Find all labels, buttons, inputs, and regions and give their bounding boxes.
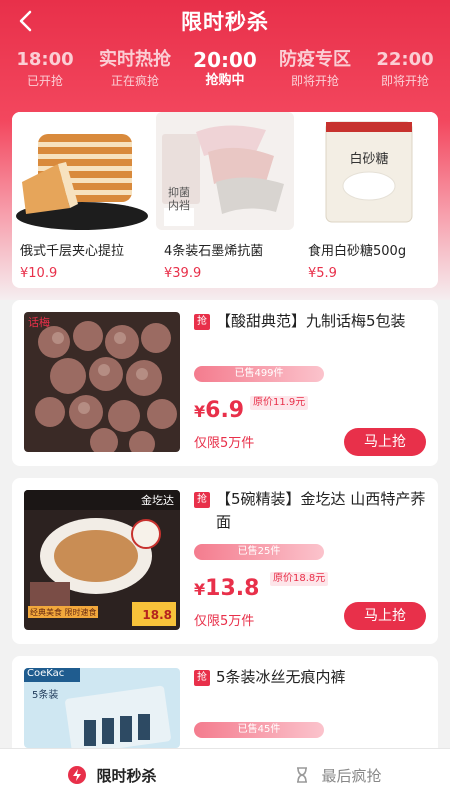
buy-now-button[interactable]: 马上抢 xyxy=(344,428,426,456)
time-slot-1800[interactable]: 18:00 已开抢 xyxy=(0,48,90,100)
time-slot-status: 即将开抢 xyxy=(290,74,339,88)
product-name: 【5碗精装】金圪达 山西特产荞面 xyxy=(216,490,426,531)
product-card[interactable]: 金圪达 经典美食 限时速食 18.8 抢 【5碗精装】金圪达 山西特产荞面 已售… xyxy=(12,478,438,644)
time-slot-time: 实时热抢 xyxy=(99,49,171,70)
product-card[interactable]: CoeKac 5条装 抢 5条装冰丝无痕内裤 已售45件 xyxy=(12,656,438,748)
currency-symbol: ¥ xyxy=(194,402,206,421)
time-slot-status: 正在疯抢 xyxy=(110,74,159,88)
original-price: 原价11.9元 xyxy=(250,396,309,410)
time-slot-time: 18:00 xyxy=(16,49,74,70)
image-count: 5条装 xyxy=(32,690,59,701)
tab-label: 限时秒杀 xyxy=(96,766,157,785)
time-slot-2200[interactable]: 22:00 即将开抢 xyxy=(360,48,450,100)
sugar-image: 白砂糖 xyxy=(300,112,438,230)
time-slot-epidemic[interactable]: 防疫专区 即将开抢 xyxy=(270,48,360,100)
plum-image: 话梅 xyxy=(24,312,180,452)
product-name: 5条装冰丝无痕内裤 xyxy=(216,668,346,686)
tab-label: 最后疯抢 xyxy=(321,766,382,785)
image-brand: CoeKac xyxy=(27,668,65,679)
tab-flash-sale[interactable]: 限时秒杀 xyxy=(0,749,225,800)
featured-item[interactable]: 抑菌内裆 4条装石墨烯抗菌 ¥39.9 xyxy=(156,112,294,288)
image-price: 18.8 xyxy=(142,608,172,622)
limit-text: 仅限5万件 xyxy=(194,614,255,629)
limit-text: 仅限5万件 xyxy=(194,436,255,451)
sold-count: 已售25件 xyxy=(194,544,324,560)
cake-image xyxy=(12,112,150,230)
product-price: ¥13.8 xyxy=(194,576,259,601)
featured-products: 俄式千层夹心提拉 ¥10.9 抑菌内裆 4条装石墨烯抗菌 ¥39.9 白砂糖 食… xyxy=(12,112,438,288)
time-slot-time: 20:00 xyxy=(193,48,257,72)
product-card[interactable]: 话梅 抢 【酸甜典范】九制话梅5包装 已售499件 ¥6.9 原价11.9元 仅… xyxy=(12,300,438,466)
featured-item-price: ¥5.9 xyxy=(308,266,337,281)
time-slot-status: 已开抢 xyxy=(26,74,63,88)
image-caption: 抑菌内裆 xyxy=(168,186,190,212)
featured-item-name: 俄式千层夹心提拉 xyxy=(20,244,125,259)
noodle-image: 金圪达 经典美食 限时速食 18.8 xyxy=(24,490,180,630)
featured-item-name: 4条装石墨烯抗菌 xyxy=(164,244,264,259)
sold-count: 已售45件 xyxy=(194,722,324,738)
featured-item[interactable]: 俄式千层夹心提拉 ¥10.9 xyxy=(12,112,150,288)
underwear-image: 抑菌内裆 xyxy=(156,112,294,230)
time-slot-status: 抢购中 xyxy=(205,73,245,88)
featured-item-name: 食用白砂糖500g xyxy=(308,244,407,259)
image-brand: 金圪达 xyxy=(141,494,174,507)
time-slot-status: 即将开抢 xyxy=(380,74,429,88)
grab-badge: 抢 xyxy=(194,492,210,508)
sold-count: 已售499件 xyxy=(194,366,324,382)
product-price: ¥6.9 xyxy=(194,398,244,423)
buy-now-button[interactable]: 马上抢 xyxy=(344,602,426,630)
featured-item[interactable]: 白砂糖 食用白砂糖500g ¥5.9 xyxy=(300,112,438,288)
image-caption: 话梅 xyxy=(28,316,50,329)
flash-icon xyxy=(68,766,87,784)
time-slot-live-hot[interactable]: 实时热抢 正在疯抢 xyxy=(90,48,180,100)
product-name: 【酸甜典范】九制话梅5包装 xyxy=(216,312,406,330)
time-slot-2000[interactable]: 20:00 抢购中 xyxy=(180,48,270,100)
original-price: 原价18.8元 xyxy=(270,572,329,586)
bottom-tab-bar: 限时秒杀 最后疯抢 xyxy=(0,748,450,800)
grab-badge: 抢 xyxy=(194,670,210,686)
currency-symbol: ¥ xyxy=(194,580,206,599)
underwear-pack-image: CoeKac 5条装 xyxy=(24,668,180,748)
grab-badge: 抢 xyxy=(194,314,210,330)
price-value: 13.8 xyxy=(205,576,260,601)
image-badge-text: 经典美食 限时速食 xyxy=(30,608,97,617)
time-slot-time: 防疫专区 xyxy=(279,49,351,70)
time-slot-time: 22:00 xyxy=(376,49,434,70)
tab-last-rush[interactable]: 最后疯抢 xyxy=(225,749,450,800)
image-caption: 白砂糖 xyxy=(349,152,389,167)
time-slot-tabs: 18:00 已开抢 实时热抢 正在疯抢 20:00 抢购中 防疫专区 即将开抢 … xyxy=(0,48,450,100)
page-title: 限时秒杀 xyxy=(181,10,269,34)
featured-item-price: ¥39.9 xyxy=(164,266,202,281)
featured-item-price: ¥10.9 xyxy=(20,266,58,281)
price-value: 6.9 xyxy=(205,398,245,423)
hourglass-icon xyxy=(293,766,311,784)
